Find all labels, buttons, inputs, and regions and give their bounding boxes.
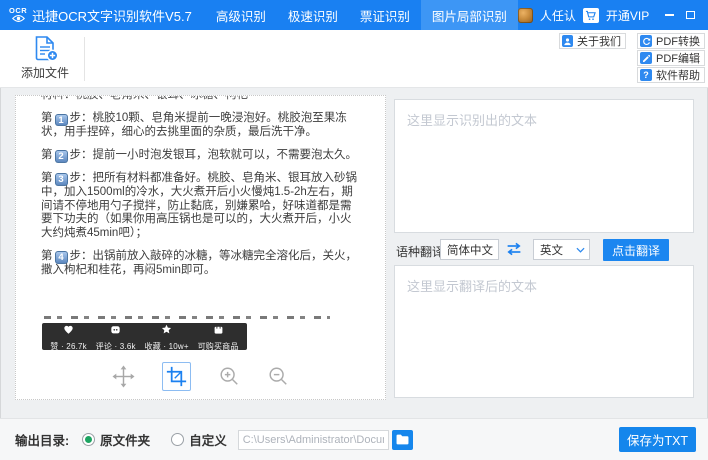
zoom-out-tool-button[interactable]: [267, 365, 289, 387]
clipped-text-line: [44, 316, 330, 321]
stat-item: 可购买商品: [198, 322, 239, 352]
pdf-convert-label: PDF转换: [656, 33, 700, 49]
toolbar-divider: [84, 37, 85, 81]
chevron-down-icon: [576, 247, 585, 253]
move-icon: [112, 365, 135, 388]
vip-label[interactable]: 开通VIP: [606, 7, 649, 24]
source-language-value: 简体中文: [447, 242, 493, 258]
maximize-button[interactable]: [682, 4, 699, 26]
titlebar-tabs: 高级识别极速识别票证识别图片局部识别: [205, 0, 518, 30]
window-controls: ×: [661, 4, 708, 26]
stat-item: 收藏 · 10w+: [145, 322, 189, 352]
star-icon: [161, 322, 172, 340]
source-language-select[interactable]: 简体中文: [440, 239, 499, 260]
minimize-button[interactable]: [661, 4, 678, 26]
add-file-icon: [32, 35, 59, 62]
user-label[interactable]: 人任认: [540, 7, 576, 24]
radio-original-folder-label: 原文件夹: [100, 430, 150, 449]
folder-icon: [396, 434, 409, 445]
crop-tool-button[interactable]: [162, 362, 191, 391]
chevron-down-icon: [493, 247, 494, 253]
document-steps: 第1步：桃胶10颗、皂角米提前一晚浸泡好。桃胶泡至果冻状，用手捏碎，细心的去挑里…: [41, 112, 360, 278]
crop-icon: [166, 366, 187, 387]
output-bar: 输出目录: 原文件夹 自定义 保存为TXT: [0, 418, 708, 460]
target-language-value: 英文: [540, 242, 563, 258]
stat-item: 赞 · 26.7k: [50, 322, 86, 352]
step-number-badge: 4: [55, 251, 68, 264]
ocr-result-textarea[interactable]: [394, 99, 694, 233]
radio-selected-dot: [85, 436, 92, 443]
radio-custom[interactable]: [171, 433, 184, 446]
document-text: 材料：桃胶、皂角米、银耳、冰糖、枸杞 第1步：桃胶10颗、皂角米提前一晚浸泡好。…: [16, 96, 385, 278]
close-button[interactable]: ×: [703, 4, 708, 26]
step-number-badge: 3: [55, 173, 68, 186]
target-language-select[interactable]: 英文: [533, 239, 590, 260]
radio-original-folder[interactable]: [82, 433, 95, 446]
stats-bar: 赞 · 26.7k 评论 · 3.6k 收藏 · 10w+ 可购买商品: [42, 323, 247, 350]
maximize-icon: [686, 11, 695, 19]
swap-icon: [505, 242, 523, 256]
help-icon: ?: [640, 69, 652, 81]
step-number-badge: 2: [55, 150, 68, 163]
output-directory-label: 输出目录:: [15, 430, 69, 449]
document-preview: 材料：桃胶、皂角米、银耳、冰糖、枸杞 第1步：桃胶10颗、皂角米提前一晚浸泡好。…: [16, 96, 385, 399]
about-us-label: 关于我们: [577, 33, 621, 49]
add-file-button[interactable]: 添加文件: [16, 35, 74, 81]
browse-folder-button[interactable]: [392, 430, 413, 450]
heart-icon: [63, 322, 74, 340]
pdf-convert-icon: [640, 35, 652, 47]
translation-result-textarea[interactable]: [394, 265, 694, 398]
ocr-eye-logo: OCR: [9, 0, 27, 30]
logo-text: OCR: [9, 7, 27, 15]
stat-label: 赞 · 26.7k: [50, 341, 86, 352]
tab-票证识别[interactable]: 票证识别: [349, 0, 421, 30]
tab-极速识别[interactable]: 极速识别: [277, 0, 349, 30]
move-tool-button[interactable]: [112, 365, 135, 388]
step-number-badge: 1: [55, 114, 68, 127]
save-as-txt-button[interactable]: 保存为TXT: [619, 427, 696, 452]
pdf-edit-icon: [640, 52, 652, 64]
translate-row: 语种翻译: 简体中文 英文 点击翻译: [394, 238, 694, 262]
clipped-ingredients-line: 材料：桃胶、皂角米、银耳、冰糖、枸杞: [41, 96, 360, 103]
eye-icon: [12, 14, 25, 23]
about-us-button[interactable]: 关于我们: [559, 33, 626, 49]
cart-icon[interactable]: [583, 8, 599, 23]
stat-label: 评论 · 3.6k: [96, 341, 136, 352]
translate-button[interactable]: 点击翻译: [603, 239, 669, 261]
preview-toolbar: [16, 357, 385, 395]
minimize-icon: [665, 14, 674, 16]
zoom-in-icon: [218, 365, 240, 387]
pdf-edit-label: PDF编辑: [656, 50, 700, 66]
stat-item: 评论 · 3.6k: [96, 322, 136, 352]
toolbar: 添加文件 关于我们 PDF转换 PDF编辑 ? 软件帮助: [0, 30, 708, 88]
stat-label: 可购买商品: [198, 341, 239, 352]
tab-图片局部识别[interactable]: 图片局部识别: [421, 0, 518, 30]
titlebar: OCR 迅捷OCR文字识别软件V5.7 高级识别极速识别票证识别图片局部识别 人…: [0, 0, 708, 30]
recipe-step: 第4步：出锅前放入敲碎的冰糖，等冰糖完全溶化后，关火，撒入枸杞和桂花，再闷5mi…: [41, 250, 360, 278]
recipe-step: 第2步：提前一小时泡发银耳，泡软就可以，不需要泡太久。: [41, 149, 360, 163]
swap-languages-button[interactable]: [505, 242, 523, 261]
titlebar-right: 人任认 开通VIP ×: [518, 0, 708, 30]
tab-高级识别[interactable]: 高级识别: [205, 0, 277, 30]
window-title: 迅捷OCR文字识别软件V5.7: [32, 6, 192, 25]
app-window: OCR 迅捷OCR文字识别软件V5.7 高级识别极速识别票证识别图片局部识别 人…: [0, 0, 708, 460]
bag-icon: [213, 322, 224, 340]
pdf-convert-button[interactable]: PDF转换: [637, 33, 705, 49]
software-help-label: 软件帮助: [656, 67, 700, 83]
image-preview-panel[interactable]: 材料：桃胶、皂角米、银耳、冰糖、枸杞 第1步：桃胶10颗、皂角米提前一晚浸泡好。…: [15, 95, 386, 400]
pdf-edit-button[interactable]: PDF编辑: [637, 50, 705, 66]
mascot-avatar[interactable]: [518, 8, 533, 23]
user-icon: [562, 35, 573, 47]
comment-icon: [110, 322, 121, 340]
recipe-step: 第3步：把所有材料都准备好。桃胶、皂角米、银耳放入砂锅中，加入1500ml的冷水…: [41, 172, 360, 241]
radio-custom-label: 自定义: [189, 430, 227, 449]
zoom-out-icon: [267, 365, 289, 387]
output-path-input[interactable]: [238, 430, 389, 450]
stat-label: 收藏 · 10w+: [145, 341, 189, 352]
recipe-step: 第1步：桃胶10颗、皂角米提前一晚浸泡好。桃胶泡至果冻状，用手捏碎，细心的去挑里…: [41, 112, 360, 140]
add-file-label: 添加文件: [21, 64, 69, 81]
zoom-in-tool-button[interactable]: [218, 365, 240, 387]
software-help-button[interactable]: ? 软件帮助: [637, 67, 705, 83]
